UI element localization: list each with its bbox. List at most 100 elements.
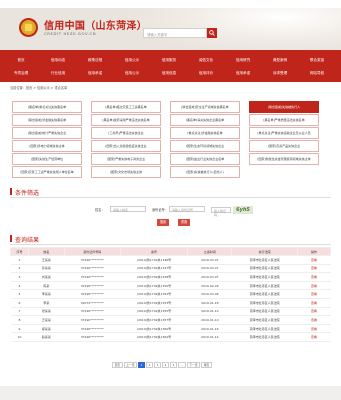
page-button[interactable]: 尾页: [201, 362, 212, 368]
captcha-image[interactable]: 6yh5: [233, 206, 253, 214]
page-button[interactable]: ...: [178, 362, 186, 368]
page-button[interactable]: 上一页: [123, 362, 138, 368]
category-item[interactable]: [黑名单]政府采购严重违法失信名单: [91, 114, 161, 126]
page-button[interactable]: 4: [162, 362, 170, 368]
table-cell: (2019)鲁1702执1357号: [120, 315, 188, 325]
nav-item[interactable]: 典型案例: [260, 53, 300, 67]
category-item[interactable]: [工商局]严重违法失信企业: [91, 127, 161, 139]
page-button[interactable]: 2: [146, 362, 154, 368]
category-item[interactable]: [国家]农民工工资严重失信用人单位名单: [12, 166, 82, 178]
table-cell: 王某某: [28, 255, 65, 265]
captcha-input[interactable]: 输入验证码：: [211, 207, 231, 217]
category-item[interactable]: [联合惩戒]涉金融失信黑名单: [12, 114, 82, 126]
nav-item[interactable]: 信用承诺: [223, 66, 263, 80]
table-cell: 菏泽市牡丹区人民法院: [231, 272, 298, 282]
view-link[interactable]: 查看: [297, 272, 331, 282]
category-item[interactable]: [国家]出入境检验检疫失信企业: [91, 140, 161, 152]
table-cell: 菏泽市牡丹区人民法院: [231, 281, 298, 291]
nav-item[interactable]: 首页: [1, 53, 41, 67]
table-cell: 2019-01-16: [187, 324, 232, 334]
table-cell: 4: [10, 281, 29, 291]
category-item[interactable]: [黑名单]拖欠农民工工资黑名单: [91, 101, 161, 113]
table-cell: 赵某某: [28, 332, 65, 342]
category-item[interactable]: [联合惩戒]安全生产领域失信黑名单: [170, 101, 240, 113]
page-button[interactable]: 3: [154, 362, 162, 368]
nav-item[interactable]: 行业信用: [38, 66, 78, 80]
table-cell: 孙某某: [28, 264, 65, 274]
category-item-active[interactable]: [联合惩戒]失信被执行人: [249, 101, 319, 113]
view-link[interactable]: 查看: [297, 315, 331, 325]
page-button[interactable]: 下一页: [186, 362, 201, 368]
nav-item[interactable]: 信用信息: [149, 66, 189, 80]
table-cell: (2019)鲁1702执1346号: [120, 255, 188, 265]
view-link[interactable]: 查看: [297, 298, 331, 308]
view-link[interactable]: 查看: [297, 332, 331, 342]
table-cell: (2019)鲁1702执1347号: [120, 264, 188, 274]
view-link[interactable]: 查看: [297, 324, 331, 334]
category-item[interactable]: [黑名单]海关失信企业黑名单: [170, 114, 240, 126]
name-input[interactable]: 请输入姓名: [110, 206, 146, 212]
category-item[interactable]: [重点关注]涉金融失信名单: [170, 127, 240, 139]
breadcrumb: 当前位置：首页 > 信用公示 > 重点名单: [10, 86, 68, 90]
category-item[interactable]: [国家]文化市场失信主体: [91, 166, 161, 178]
view-link[interactable]: 查看: [297, 281, 331, 291]
table-row: 8 王某某 37290********* (2019)鲁1702执1357号 2019-…: [10, 315, 331, 325]
nav-item[interactable]: 网站导航: [297, 66, 337, 80]
category-item[interactable]: [黑名单]严重质量违法失信名单: [249, 114, 319, 126]
reset-button[interactable]: 重置: [178, 219, 190, 226]
search-input[interactable]: 请输入关键字: [143, 28, 207, 38]
table-row: 3 刘某某 37290********* (2019)鲁1702执1348号 2019-…: [10, 272, 331, 282]
table-row: 7 张某某 37290********* (2019)鲁1702执1355号 2019-…: [10, 307, 331, 317]
nav-item[interactable]: 信用公示: [112, 66, 152, 80]
view-link[interactable]: 查看: [297, 255, 331, 265]
search-submit-button[interactable]: 搜索: [157, 219, 169, 226]
table-header-row: 序号 姓名 身份证件号码 案号 立案时间 执行法院 操作: [10, 247, 331, 256]
view-link[interactable]: 查看: [297, 264, 331, 274]
page-button[interactable]: 1: [138, 362, 146, 368]
nav-item[interactable]: 信用动态: [38, 53, 78, 67]
table-cell: 9: [10, 324, 29, 334]
table-cell: 37290*********: [64, 281, 121, 291]
category-item[interactable]: [黑名单]重点关注失信黑名单: [12, 101, 82, 113]
id-input[interactable]: 请输入身份证号: [169, 206, 205, 212]
nav-item[interactable]: 信用承诺: [75, 66, 115, 80]
nav-item[interactable]: 专项治理: [1, 66, 41, 80]
nav-item[interactable]: 诚信文化: [186, 53, 226, 67]
table-cell: (2019)鲁1702执1350号: [120, 281, 188, 291]
table-cell: 37290*********: [64, 324, 121, 334]
filter-section-marker: [10, 188, 12, 195]
nav-item[interactable]: 信用公示: [112, 53, 152, 67]
table-cell: 2019-02-26: [187, 281, 232, 291]
table-row: 5 李某某 37290********* (2019)鲁1702执1352号 2019-…: [10, 289, 331, 299]
category-item[interactable]: [国家]失信生产经营单位: [12, 153, 82, 165]
page-button[interactable]: 首页: [112, 362, 123, 368]
nav-item[interactable]: 诉求受理: [260, 66, 300, 80]
table-cell: 2019-01-14: [187, 332, 232, 342]
table-cell: 菏泽市牡丹区人民法院: [231, 264, 298, 274]
nav-item[interactable]: 信用服务: [149, 53, 189, 67]
table-cell: (2019)鲁1702执1353号: [120, 298, 188, 308]
column-header: 案号: [119, 247, 189, 256]
category-item[interactable]: [国家]盐业行业失信企业名单: [170, 153, 240, 165]
category-item[interactable]: [国家]财政性资金管理使用领域失信主体: [249, 153, 319, 165]
category-item[interactable]: [重点关注]严重失信运输企业及从业人员: [249, 127, 319, 139]
page-button[interactable]: 5: [170, 362, 178, 368]
search-button[interactable]: [207, 28, 217, 38]
view-link[interactable]: 查看: [297, 289, 331, 299]
view-link[interactable]: 查看: [297, 307, 331, 317]
category-item[interactable]: [国家]生态环境领域失信企业: [170, 140, 240, 152]
category-item[interactable]: [国家]失信被执行人(自然人): [170, 166, 240, 178]
category-item[interactable]: [国家]涉电力领域失信主体: [12, 140, 82, 152]
table-cell: (2019)鲁1702执1352号: [120, 289, 188, 299]
nav-item[interactable]: 信用评价: [186, 66, 226, 80]
category-item[interactable]: [国家]农资产品失信企业: [249, 140, 319, 152]
table-cell: 菏泽市牡丹区人民法院: [231, 315, 298, 325]
nav-item[interactable]: 政策法规: [75, 53, 115, 67]
column-header: 立案时间: [187, 247, 233, 256]
nav-item[interactable]: 信用研究: [223, 53, 263, 67]
table-cell: (2019)鲁1702执1360号: [120, 324, 188, 334]
nav-item[interactable]: 联合奖惩: [297, 53, 337, 67]
category-item[interactable]: [国家]严重失信电子商务企业: [91, 153, 161, 165]
results-section-marker: [10, 235, 12, 242]
category-item[interactable]: [联合惩戒]统计严重失信企业: [12, 127, 82, 139]
